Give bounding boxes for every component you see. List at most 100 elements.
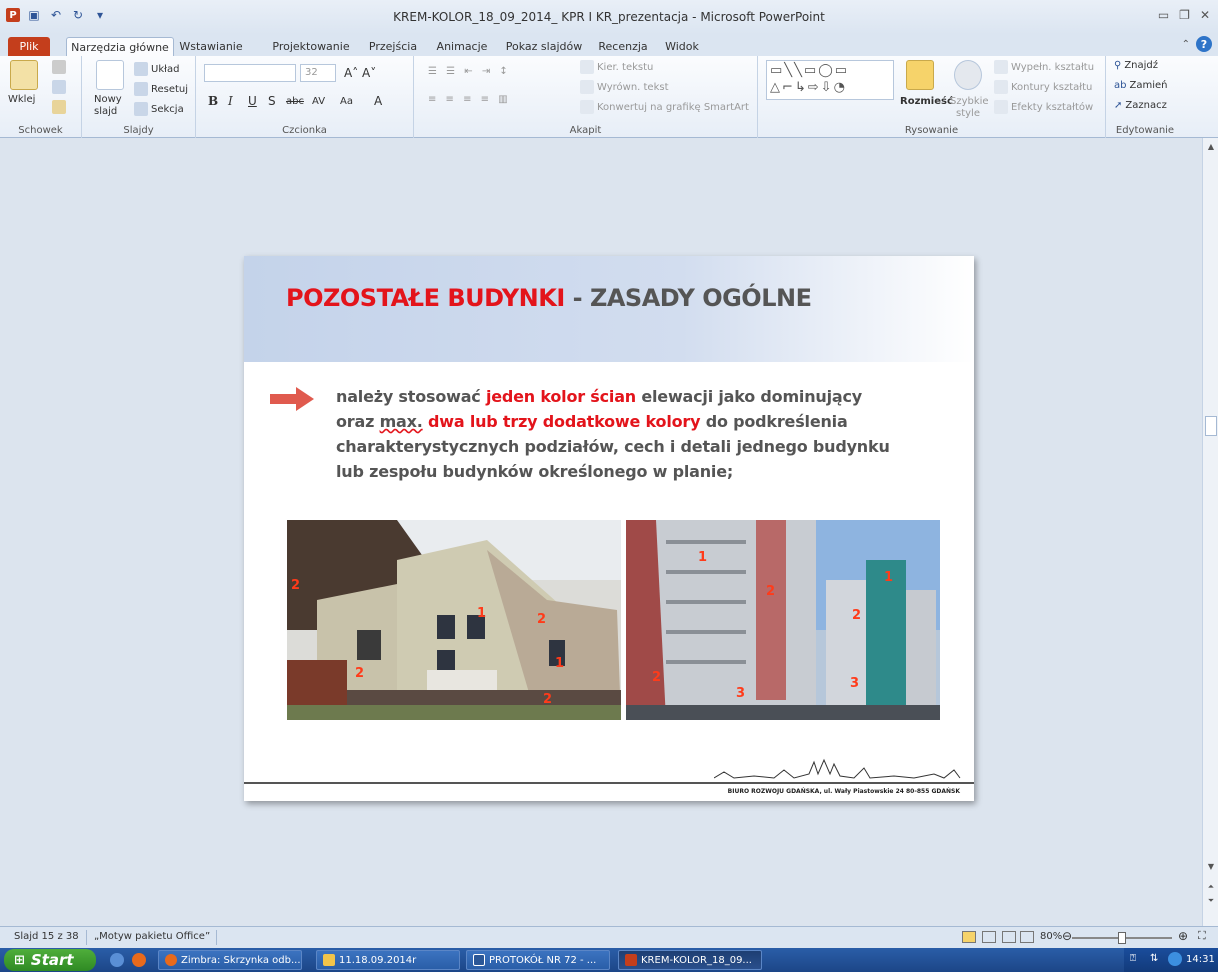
align-text-button[interactable]: Wyrówn. tekst: [580, 80, 669, 94]
cursor-icon: ➚: [1114, 100, 1123, 111]
task-folder[interactable]: 11.18.09.2014r: [316, 950, 460, 970]
collapse-ribbon-icon[interactable]: ⌃: [1182, 39, 1190, 50]
ribbon: Wklej Schowek Nowy slajd Układ Resetuj S…: [0, 56, 1218, 138]
zoom-level[interactable]: 80%: [1040, 931, 1062, 942]
next-slide-icon[interactable]: ⏷: [1205, 896, 1217, 906]
slideshow-view-icon[interactable]: [1020, 931, 1034, 943]
help-icon[interactable]: ?: [1196, 36, 1212, 52]
tab-transitions[interactable]: Przejścia: [364, 37, 422, 56]
arrange-button[interactable]: Rozmieść: [900, 96, 953, 107]
gdansk-skyline-logo: [714, 758, 961, 779]
underline-button[interactable]: U: [248, 94, 257, 108]
quick-styles-icon[interactable]: [954, 60, 982, 90]
shadow-button[interactable]: S: [268, 94, 276, 108]
change-case-button[interactable]: Aa: [340, 96, 353, 107]
restore-icon[interactable]: ❐: [1179, 8, 1190, 22]
italic-button[interactable]: I: [228, 94, 233, 108]
scroll-up-icon[interactable]: ▲: [1205, 142, 1217, 151]
tab-home[interactable]: Narzędzia główne: [66, 37, 174, 56]
tab-insert[interactable]: Wstawianie: [176, 37, 246, 56]
slide-title[interactable]: POZOSTAŁE BUDYNKI - ZASADY OGÓLNE: [286, 284, 812, 312]
minimize-icon[interactable]: ▭: [1158, 8, 1169, 22]
copy-icon[interactable]: [52, 80, 66, 94]
format-painter-icon[interactable]: [52, 100, 66, 114]
previous-slide-icon[interactable]: ⏶: [1205, 882, 1217, 892]
bold-button[interactable]: B: [208, 94, 218, 108]
new-slide-button-line2[interactable]: slajd: [94, 106, 117, 117]
reading-view-icon[interactable]: [1002, 931, 1016, 943]
zoom-slider-thumb[interactable]: [1118, 932, 1126, 944]
status-separator: [216, 930, 217, 945]
tab-file[interactable]: Plik: [8, 37, 50, 56]
quick-styles-line1[interactable]: Szybkie: [950, 96, 989, 107]
shape-fill-button[interactable]: Wypełn. kształtu: [994, 60, 1094, 74]
theme-name[interactable]: „Motyw pakietu Office”: [94, 931, 210, 942]
strikethrough-button[interactable]: abc: [286, 96, 304, 107]
grow-font-button[interactable]: A˄ A˅: [344, 66, 376, 80]
font-size-combo[interactable]: 32: [300, 64, 336, 82]
color-badge: 2: [291, 578, 301, 593]
font-color-button[interactable]: A: [374, 94, 382, 108]
vertical-scrollbar[interactable]: ▲ ▼ ⏶ ⏷: [1202, 138, 1218, 930]
task-powerpoint[interactable]: KREM-KOLOR_18_09...: [618, 950, 762, 970]
slide-bullet-text[interactable]: należy stosować jeden kolor ścian elewac…: [336, 384, 896, 484]
task-zimbra[interactable]: Zimbra: Skrzynka odb...: [158, 950, 302, 970]
tray-network-icon[interactable]: ⇅: [1150, 953, 1158, 964]
layout-button[interactable]: Układ: [134, 62, 179, 76]
spell-underlined-word: max.: [379, 412, 423, 431]
font-name-combo[interactable]: [204, 64, 296, 82]
section-button[interactable]: Sekcja: [134, 102, 184, 116]
shape-effects-button[interactable]: Efekty kształtów: [994, 100, 1093, 114]
shape-outline-button[interactable]: Kontury kształtu: [994, 80, 1092, 94]
paste-button[interactable]: Wklej: [8, 94, 35, 105]
zoom-out-icon[interactable]: ⊖: [1062, 929, 1072, 943]
char-spacing-button[interactable]: AV: [312, 96, 325, 107]
new-slide-button-line1[interactable]: Nowy: [94, 94, 122, 105]
close-icon[interactable]: ✕: [1200, 8, 1210, 22]
normal-view-icon[interactable]: [962, 931, 976, 943]
bullets-button[interactable]: ☰ ☰ ⇤ ⇥ ↕: [428, 66, 511, 77]
replace-button[interactable]: ab Zamień: [1114, 80, 1167, 91]
scroll-thumb[interactable]: [1205, 416, 1217, 436]
photo-apartment-blocks[interactable]: 1 2 2 1 2 3 3: [626, 520, 940, 720]
clock[interactable]: 14:31: [1186, 954, 1215, 965]
tab-design[interactable]: Projektowanie: [268, 37, 354, 56]
find-button[interactable]: ⚲ Znajdź: [1114, 60, 1158, 71]
quick-styles-line2[interactable]: style: [956, 108, 980, 119]
fit-to-window-icon[interactable]: ⛶: [1198, 929, 1206, 943]
powerpoint-icon: [625, 954, 637, 966]
tab-review[interactable]: Recenzja: [596, 37, 650, 56]
tray-arrow-icon[interactable]: [1168, 952, 1182, 966]
photo-houses[interactable]: 2 1 2 2 1 2: [287, 520, 621, 720]
select-button[interactable]: ➚ Zaznacz: [1114, 100, 1167, 111]
tab-slideshow[interactable]: Pokaz slajdów: [502, 37, 586, 56]
tray-help-icon[interactable]: ⍰: [1130, 953, 1136, 964]
reset-button[interactable]: Resetuj: [134, 82, 188, 96]
start-button[interactable]: ⊞ Start: [4, 949, 96, 971]
tab-animations[interactable]: Animacje: [434, 37, 490, 56]
slide-sorter-icon[interactable]: [982, 931, 996, 943]
new-slide-icon[interactable]: [96, 60, 124, 90]
group-editing: ⚲ Znajdź ab Zamień ➚ Zaznacz Edytowanie: [1106, 56, 1184, 138]
shapes-gallery[interactable]: ▭╲╲▭◯▭ △⌐↳⇨⇩◔: [766, 60, 894, 100]
scroll-down-icon[interactable]: ▼: [1205, 862, 1217, 871]
text-direction-button[interactable]: Kier. tekstu: [580, 60, 653, 74]
slide[interactable]: POZOSTAŁE BUDYNKI - ZASADY OGÓLNE należy…: [244, 256, 974, 801]
windows-logo-icon: ⊞: [14, 952, 25, 968]
highlight-extra-colors: dwa lub trzy dodatkowe kolory: [428, 412, 701, 431]
ie-icon[interactable]: [110, 953, 124, 967]
text-direction-icon: [580, 60, 594, 74]
color-badge: 2: [766, 584, 776, 599]
paste-icon[interactable]: [10, 60, 38, 90]
zoom-in-icon[interactable]: ⊕: [1178, 929, 1188, 943]
arrange-icon[interactable]: [906, 60, 934, 90]
task-word-document[interactable]: PROTOKÓŁ NR 72 - ...: [466, 950, 610, 970]
firefox-icon[interactable]: [132, 953, 146, 967]
group-label-clipboard: Schowek: [18, 125, 63, 136]
tab-view[interactable]: Widok: [662, 37, 702, 56]
ribbon-tabs: Plik Narzędzia główne Wstawianie Projekt…: [0, 34, 1218, 56]
smartart-button[interactable]: Konwertuj na grafikę SmartArt: [580, 100, 749, 114]
shape-outline-icon: [994, 80, 1008, 94]
align-buttons[interactable]: ≡ ≡ ≡ ≡ ▥: [428, 94, 511, 105]
cut-icon[interactable]: [52, 60, 66, 74]
